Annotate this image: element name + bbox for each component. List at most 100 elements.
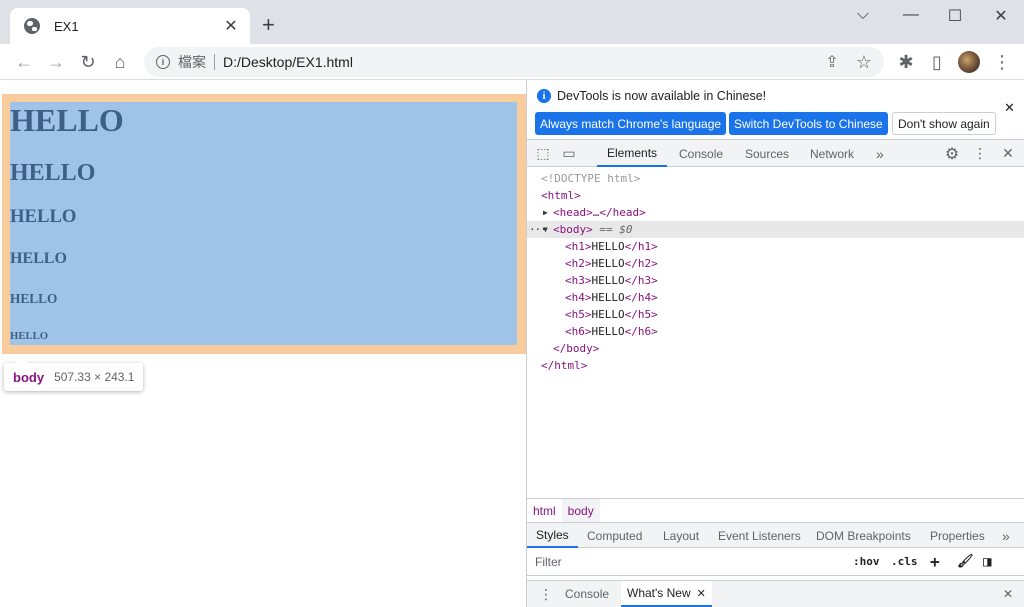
close-devtools-icon[interactable]: ✕ xyxy=(998,140,1018,167)
open-tag: <h5> xyxy=(565,308,592,321)
new-rule-icon[interactable]: + xyxy=(930,551,940,572)
html-open-tag: <html> xyxy=(541,189,581,202)
close-tag: </h4> xyxy=(624,291,658,304)
close-tag: </h3> xyxy=(624,274,658,287)
styles-filter-input[interactable] xyxy=(531,551,843,572)
close-drawer-tab-icon[interactable]: ✕ xyxy=(697,587,706,600)
dont-show-again-button[interactable]: Don't show again xyxy=(892,112,996,135)
elements-tree: <!DOCTYPE html> <html> ▶ <head>…</head> … xyxy=(527,168,1024,498)
page-viewport: HELLO HELLO HELLO HELLO HELLO HELLO body… xyxy=(2,80,526,607)
devtools-panel: i DevTools is now available in Chinese! … xyxy=(526,80,1024,607)
dom-node-body-close[interactable]: </body> xyxy=(527,340,1024,357)
breadcrumb-html[interactable]: html xyxy=(527,499,562,523)
dom-node-html-close[interactable]: </html> xyxy=(527,357,1024,374)
body-content-highlight: HELLO HELLO HELLO HELLO HELLO HELLO xyxy=(10,102,517,345)
open-tag: <h6> xyxy=(565,325,592,338)
dom-node-h6[interactable]: <h6> HELLO </h6> xyxy=(527,323,1024,340)
close-tag: </h2> xyxy=(624,257,658,270)
close-drawer-icon[interactable]: ✕ xyxy=(1003,581,1013,607)
profile-avatar[interactable] xyxy=(958,51,980,73)
title-bar: EX1 ✕ + ⌵ — ☐ ✕ xyxy=(0,0,1024,44)
tab-properties[interactable]: Properties xyxy=(930,523,985,548)
drawer-tab-console[interactable]: Console xyxy=(565,581,609,607)
maximize-button[interactable]: ☐ xyxy=(940,6,970,26)
bookmark-star-icon[interactable]: ☆ xyxy=(852,50,876,74)
share-icon[interactable]: ⇪ xyxy=(820,50,844,74)
open-tag: <h4> xyxy=(565,291,592,304)
dom-node-h4[interactable]: <h4> HELLO </h4> xyxy=(527,289,1024,306)
tab-search-icon[interactable]: ⌵ xyxy=(848,6,878,24)
tab-network[interactable]: Network xyxy=(810,140,854,167)
file-label: 檔案 xyxy=(178,54,206,70)
dom-node-h2[interactable]: <h2> HELLO </h2> xyxy=(527,255,1024,272)
more-tabs-icon[interactable]: » xyxy=(876,140,884,167)
hover-state-button[interactable]: :hov xyxy=(853,551,880,572)
paint-brush-icon[interactable]: 🖌 xyxy=(957,551,974,572)
expand-triangle-icon[interactable]: ▶ xyxy=(543,208,553,217)
match-language-button[interactable]: Always match Chrome's language xyxy=(535,112,727,135)
switch-chinese-button[interactable]: Switch DevTools to Chinese xyxy=(729,112,888,135)
body-open-tag: <body> xyxy=(553,223,593,236)
dom-node-h1[interactable]: <h1> HELLO </h1> xyxy=(527,238,1024,255)
inspect-element-icon[interactable]: ⬚ xyxy=(533,140,553,167)
browser-tab[interactable]: EX1 ✕ xyxy=(10,8,250,44)
device-toolbar-icon[interactable]: ▭ xyxy=(559,140,579,167)
tab-elements[interactable]: Elements xyxy=(597,140,668,167)
tab-computed[interactable]: Computed xyxy=(587,523,642,548)
dom-node-html[interactable]: <html> xyxy=(527,187,1024,204)
inspect-tooltip: body 507.33 × 243.1 xyxy=(4,357,144,391)
close-window-button[interactable]: ✕ xyxy=(986,6,1016,26)
toggle-sidebar-icon[interactable]: ◨ xyxy=(983,551,991,572)
tab-event-listeners[interactable]: Event Listeners xyxy=(718,523,801,548)
tab-title: EX1 xyxy=(54,18,79,34)
close-notice-icon[interactable]: ✕ xyxy=(1004,100,1015,116)
tab-sources[interactable]: Sources xyxy=(745,140,789,167)
node-text: HELLO xyxy=(591,257,625,270)
reload-icon[interactable]: ↻ xyxy=(76,50,100,74)
language-notice: i DevTools is now available in Chinese! … xyxy=(527,80,1024,140)
breadcrumb: html body xyxy=(527,498,1024,523)
class-toggle-button[interactable]: .cls xyxy=(891,551,918,572)
omnibox-divider xyxy=(214,54,215,70)
forward-icon[interactable]: → xyxy=(44,50,68,74)
back-icon[interactable]: ← xyxy=(12,50,36,74)
styles-filter-bar: :hov .cls + 🖌 ◨ xyxy=(527,548,1024,576)
open-tag: <h2> xyxy=(565,257,592,270)
dom-node-body[interactable]: ··· ▼ <body> == $0 xyxy=(527,221,1024,238)
head-tag: <head>…</head> xyxy=(553,206,646,219)
extensions-icon[interactable]: ✱ xyxy=(894,50,918,74)
node-text: HELLO xyxy=(591,325,625,338)
close-tag: </h1> xyxy=(624,240,658,253)
heading-h3: HELLO xyxy=(10,206,77,227)
browser-toolbar: ← → ↻ ⌂ i 檔案 D:/Desktop/EX1.html ⇪ ☆ ✱ ▯… xyxy=(0,44,1024,80)
browser-menu-icon[interactable]: ⋮ xyxy=(990,50,1014,74)
tab-dom-breakpoints[interactable]: DOM Breakpoints xyxy=(816,523,911,548)
info-icon[interactable]: i xyxy=(156,55,170,69)
dom-node-h3[interactable]: <h3> HELLO </h3> xyxy=(527,272,1024,289)
side-panel-icon[interactable]: ▯ xyxy=(925,50,949,74)
dom-node-head[interactable]: ▶ <head>…</head> xyxy=(527,204,1024,221)
tab-layout[interactable]: Layout xyxy=(663,523,699,548)
drawer-tab-whats-new[interactable]: What's New ✕ xyxy=(621,581,712,607)
body-close-tag: </body> xyxy=(553,342,600,355)
settings-gear-icon[interactable]: ⚙ xyxy=(942,140,962,167)
dom-node-h5[interactable]: <h5> HELLO </h5> xyxy=(527,306,1024,323)
tooltip-size: 507.33 × 243.1 xyxy=(54,370,135,384)
more-styles-tabs-icon[interactable]: » xyxy=(1002,523,1010,548)
tooltip-tag: body xyxy=(13,369,45,385)
minimize-button[interactable]: — xyxy=(896,6,926,24)
tab-console[interactable]: Console xyxy=(679,140,723,167)
home-icon[interactable]: ⌂ xyxy=(108,50,132,74)
new-tab-button[interactable]: + xyxy=(262,14,275,36)
address-bar[interactable]: i 檔案 D:/Desktop/EX1.html ⇪ ☆ xyxy=(144,47,884,77)
dom-node-doctype[interactable]: <!DOCTYPE html> xyxy=(527,170,1024,187)
heading-h2: HELLO xyxy=(10,160,96,186)
close-tab-icon[interactable]: ✕ xyxy=(222,16,240,36)
open-tag: <h3> xyxy=(565,274,592,287)
tab-styles[interactable]: Styles xyxy=(527,523,578,548)
drawer-menu-icon[interactable]: ⋮ xyxy=(539,581,553,607)
devtools-menu-icon[interactable]: ⋮ xyxy=(970,140,990,167)
url-text[interactable]: D:/Desktop/EX1.html xyxy=(223,54,353,70)
node-actions-icon[interactable]: ··· xyxy=(529,223,547,236)
breadcrumb-body[interactable]: body xyxy=(561,498,600,523)
